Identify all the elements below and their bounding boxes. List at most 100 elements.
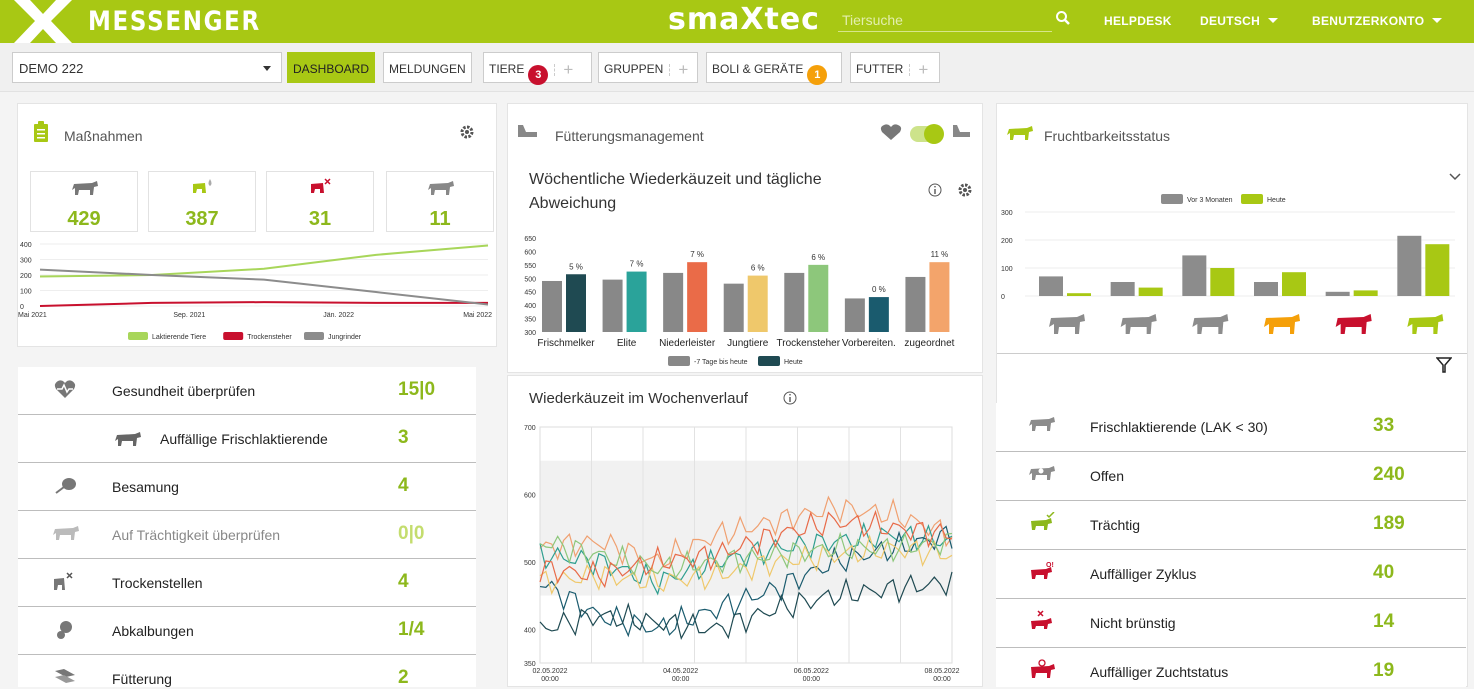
legend-label: Vor 3 Monaten xyxy=(1187,197,1233,204)
category-cow-icon xyxy=(1192,314,1229,334)
fertility-value: 33 xyxy=(1373,415,1395,436)
add-futter-icon[interactable]: + xyxy=(909,61,928,78)
kpi-dry[interactable]: 31 xyxy=(266,171,374,232)
x-tick-label: Sep. 2021 xyxy=(173,312,205,319)
legend-label: Trockensteher xyxy=(247,334,292,341)
bar-past xyxy=(844,298,865,332)
fertility-value: 240 xyxy=(1373,464,1405,485)
nav-gruppen[interactable]: GRUPPEN + xyxy=(598,52,698,83)
nav-dashboard[interactable]: DASHBOARD xyxy=(287,52,376,83)
info-icon[interactable] xyxy=(783,391,797,405)
bar-today xyxy=(747,275,768,332)
y-tick-label: 300 xyxy=(524,330,536,337)
bar-past xyxy=(723,283,744,332)
settings-gear-icon[interactable] xyxy=(958,183,972,197)
info-icon[interactable] xyxy=(928,183,942,197)
y-tick-label: 500 xyxy=(524,560,536,567)
kpi-lactating-value: 387 xyxy=(185,208,219,230)
action-row-health[interactable]: Gesundheit überprüfen 15|0 xyxy=(18,367,476,415)
kpi-cows[interactable]: 429 xyxy=(30,171,138,232)
kpi-heifers[interactable]: 11 xyxy=(386,171,494,232)
y-tick-label: 550 xyxy=(524,263,536,270)
add-tiere-icon[interactable]: + xyxy=(554,61,573,78)
pregnant-icon xyxy=(1031,512,1055,530)
cow-icon xyxy=(115,432,141,446)
action-label: Trockenstellen xyxy=(112,575,203,591)
category-cow-icon xyxy=(1049,314,1085,334)
feeding-management-icon[interactable] xyxy=(952,124,972,140)
add-gruppen-icon[interactable]: + xyxy=(669,61,688,78)
action-label: Besamung xyxy=(112,479,179,495)
y-tick-label: 100 xyxy=(1001,266,1013,273)
nav-tiere[interactable]: TIERE 3 + xyxy=(483,52,592,85)
settings-gear-icon[interactable] xyxy=(460,125,474,139)
bar-data-label: 5 % xyxy=(569,262,583,271)
search-input[interactable] xyxy=(838,8,1052,32)
select-caret-icon xyxy=(263,66,271,71)
filter-icon[interactable] xyxy=(1436,357,1452,373)
fertility-label: Nicht brünstig xyxy=(1090,615,1176,631)
smaxtec-x-logo-icon[interactable] xyxy=(12,0,74,43)
chevron-down-icon[interactable] xyxy=(1449,172,1461,182)
action-label: Fütterung xyxy=(112,671,172,687)
x-tick-date: 06.05.2022 xyxy=(794,668,829,675)
kpi-lactating[interactable]: 387 xyxy=(148,171,256,232)
brand-logo: smaXtec xyxy=(668,2,820,37)
bar-data-label: 0 % xyxy=(872,285,886,294)
fertility-row-not-in-heat[interactable]: Nicht brünstig 14 xyxy=(996,599,1466,648)
y-tick-label: 650 xyxy=(524,236,536,243)
bar-today xyxy=(1425,244,1450,296)
fertility-row-cycle[interactable]: O! Auffälliger Zyklus 40 xyxy=(996,550,1466,599)
farm-select[interactable]: DEMO 222 xyxy=(12,52,282,83)
fertility-label: Offen xyxy=(1090,468,1124,484)
nav-boli[interactable]: BOLI & GERÄTE 1 xyxy=(706,52,842,85)
not-in-heat-icon xyxy=(1031,610,1052,629)
fertility-label: Trächtig xyxy=(1090,517,1141,533)
lactating-icon xyxy=(193,179,212,193)
kpi-dry-value: 31 xyxy=(308,208,332,230)
fertility-row-fresh[interactable]: Frischlaktierende (LAK < 30) 33 xyxy=(996,403,1466,452)
action-row-pregnancy-check[interactable]: Auf Trächtigkeit überprüfen 0|0 xyxy=(18,511,476,559)
fertility-cow-icon xyxy=(1007,126,1033,140)
bar-past xyxy=(602,279,623,332)
fertility-row-open[interactable]: Offen 240 xyxy=(996,452,1466,501)
bar-past xyxy=(542,280,562,332)
language-dropdown[interactable]: DEUTSCH xyxy=(1200,14,1279,28)
account-dropdown[interactable]: BENUTZERKONTO xyxy=(1312,14,1443,28)
bar-past xyxy=(1039,276,1063,296)
search-icon[interactable] xyxy=(1055,10,1071,26)
action-row-dry-off[interactable]: Trockenstellen 4 xyxy=(18,559,476,607)
nav-futter[interactable]: FUTTER + xyxy=(850,52,940,83)
action-value: 0|0 xyxy=(398,523,425,544)
fertility-row-pregnant[interactable]: Trächtig 189 xyxy=(996,501,1466,550)
action-row-insemination[interactable]: Besamung 4 xyxy=(18,463,476,511)
legend-swatch xyxy=(758,356,780,366)
y-tick-label: 450 xyxy=(524,290,536,297)
action-row-fresh-cows[interactable]: Auffällige Frischlaktierende 3 xyxy=(18,415,476,463)
fertility-value: 189 xyxy=(1373,513,1405,534)
action-row-feeding[interactable]: Fütterung 2 xyxy=(18,655,476,688)
rumination-bar-chart: 650 600 550 500 450 400 350 300 5 % Frischmelker 7… xyxy=(524,236,955,366)
fertility-value: 14 xyxy=(1373,611,1395,632)
nav-meldungen[interactable]: MELDUNGEN xyxy=(383,52,472,83)
fertility-bar-chart: 300 200 100 0 Vor 3 Monaten Heute xyxy=(1001,194,1455,334)
boli-count-badge: 1 xyxy=(807,65,828,85)
view-toggle-switch[interactable] xyxy=(910,124,944,144)
action-row-calving[interactable]: Abkalbungen 1/4 xyxy=(18,607,476,655)
action-value: 2 xyxy=(398,667,409,688)
x-tick-label: Vorbereiten. xyxy=(842,338,896,349)
x-tick-label: Frischmelker xyxy=(537,338,595,349)
toggle-knob xyxy=(924,124,944,144)
y-tick-label: 100 xyxy=(20,289,32,296)
y-tick-label: 700 xyxy=(524,425,536,432)
y-tick-label: 500 xyxy=(524,276,536,283)
series-line xyxy=(39,301,488,307)
weekly-rumination-line-chart: 70060050040035002.05.202200:0004.05.2022… xyxy=(524,425,960,683)
pregnancy-check-icon xyxy=(53,526,79,540)
breeding-alert-icon xyxy=(1031,659,1055,678)
helpdesk-link[interactable]: HELPDESK xyxy=(1104,14,1172,28)
heart-rate-icon[interactable] xyxy=(880,123,902,141)
action-label: Abkalbungen xyxy=(112,623,194,639)
fertility-row-breeding[interactable]: Auffälliger Zuchtstatus 19 xyxy=(996,648,1466,687)
x-tick-time: 00:00 xyxy=(541,676,559,683)
